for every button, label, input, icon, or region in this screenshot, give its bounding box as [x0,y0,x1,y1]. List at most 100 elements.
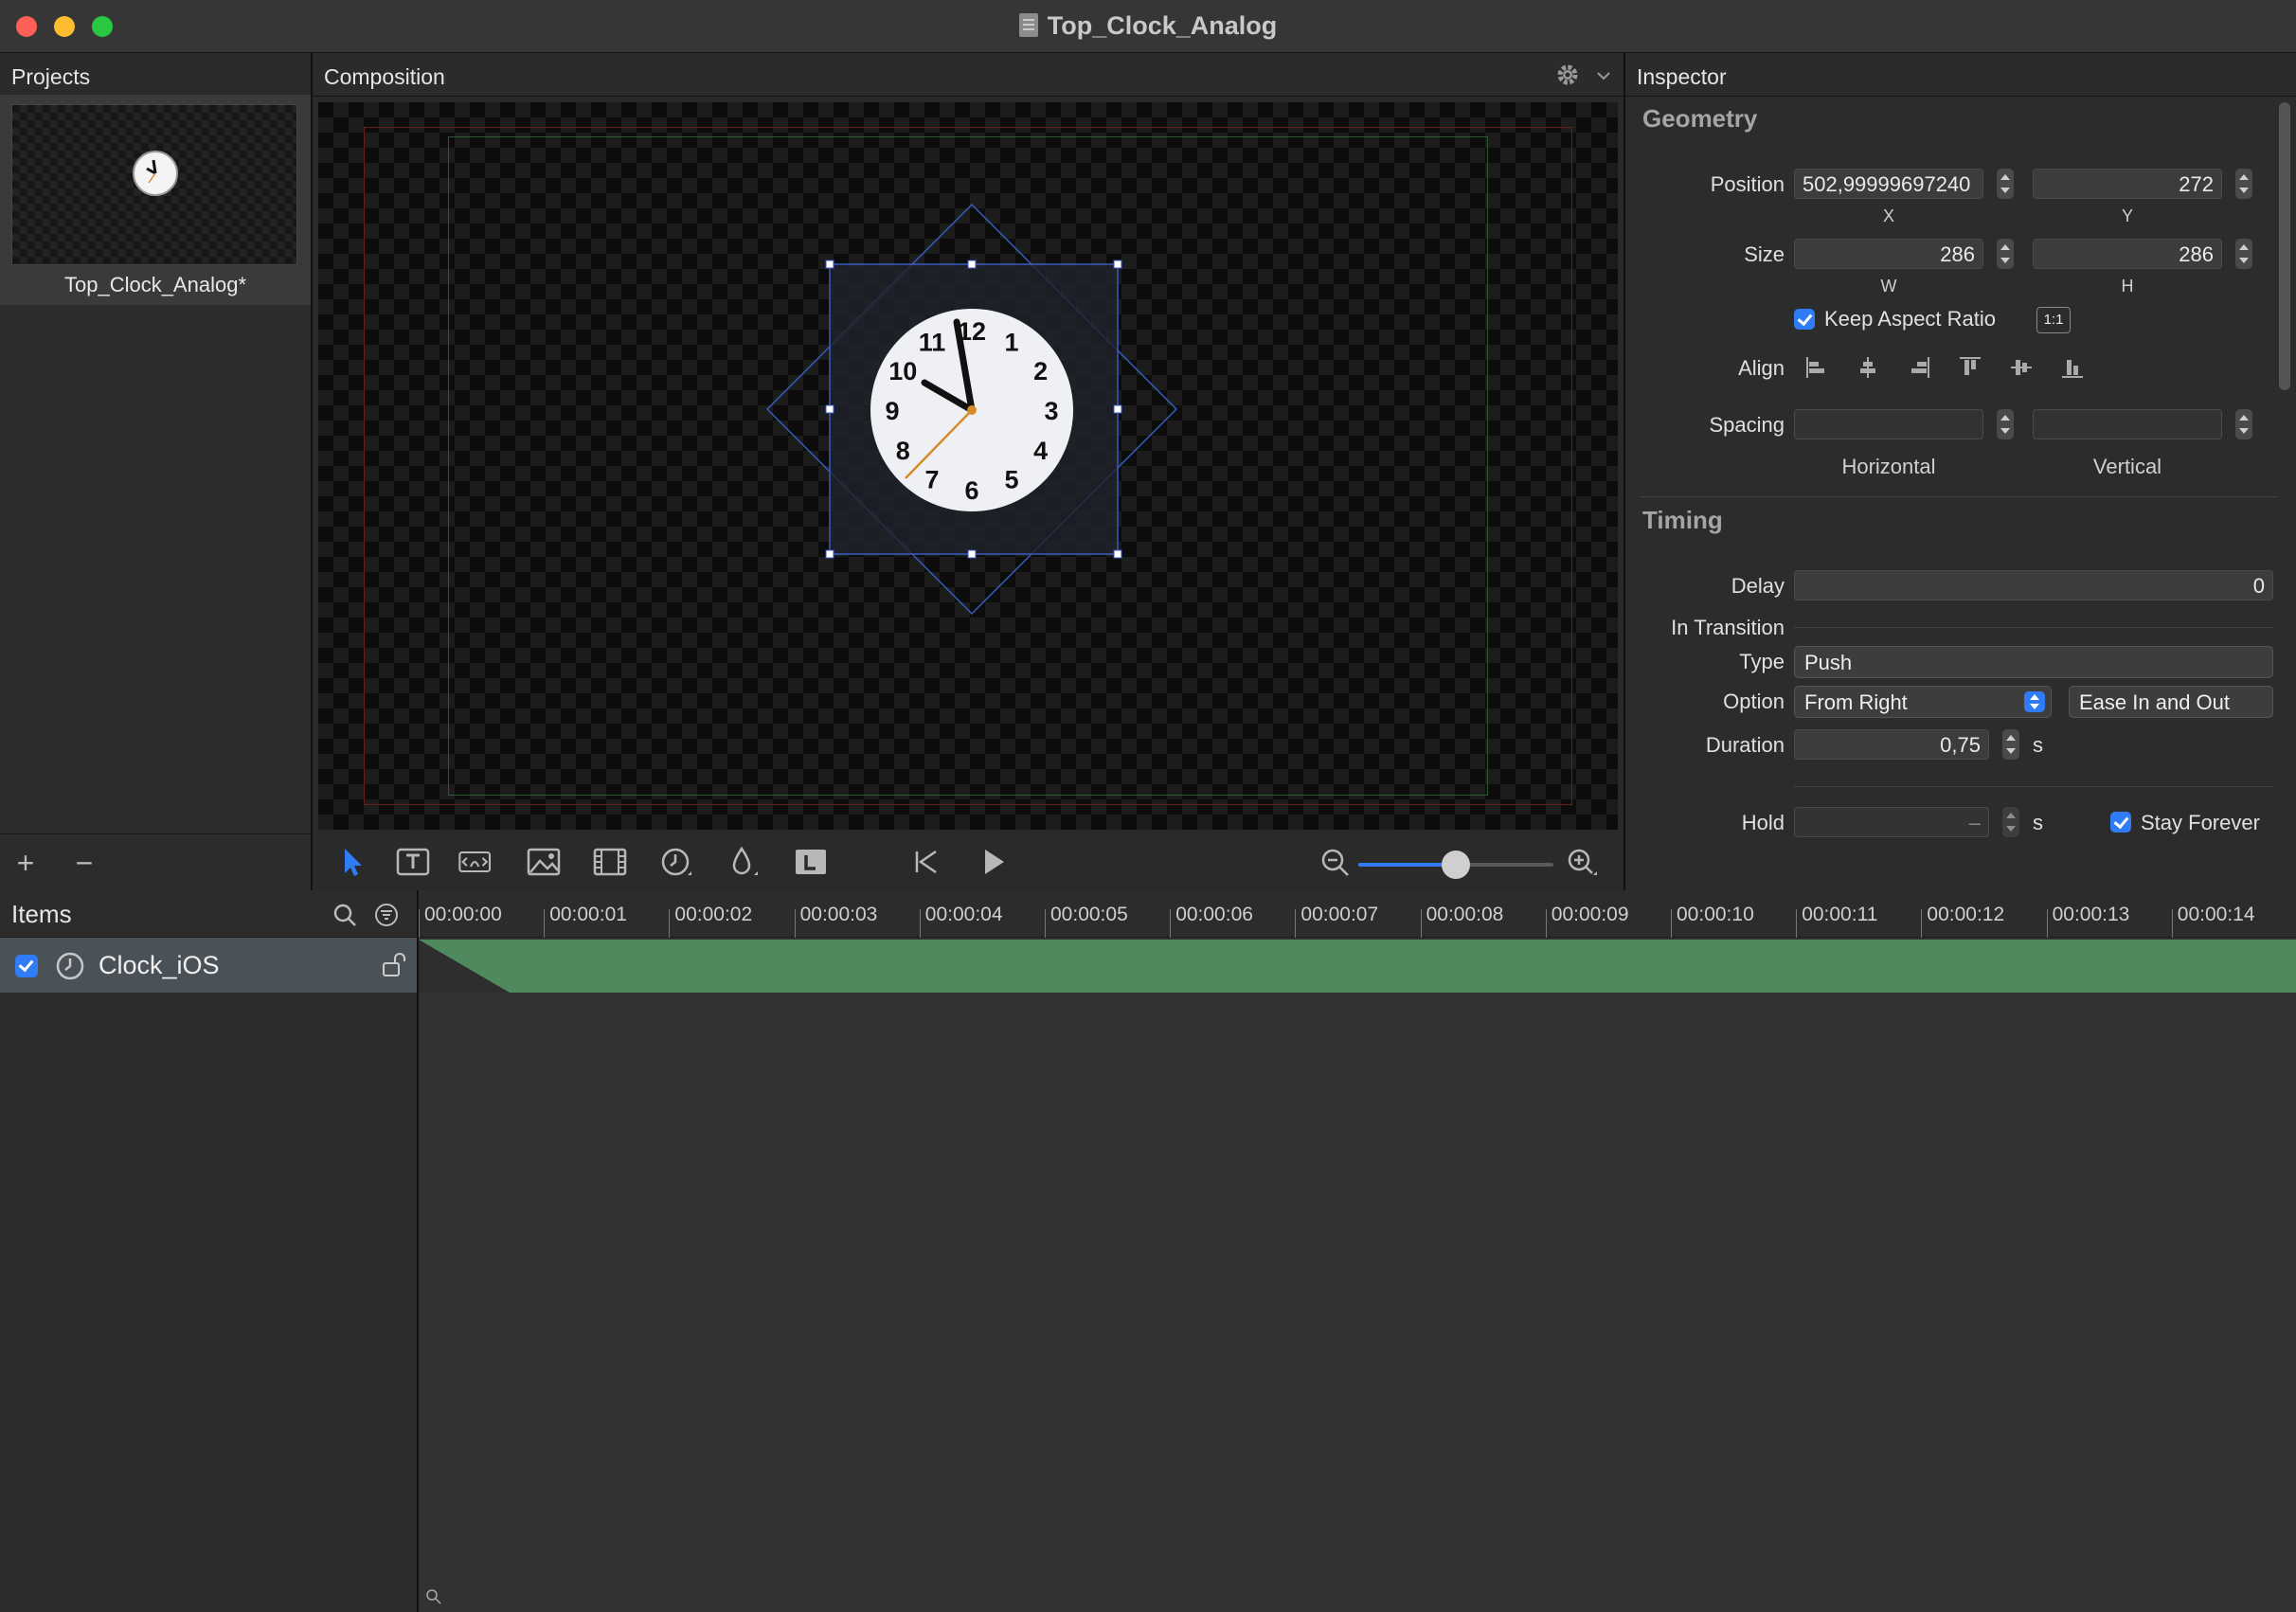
item-visibility-checkbox[interactable] [15,955,38,977]
timeline-zoom-icon[interactable] [424,1587,443,1611]
spacing-horizontal-stepper[interactable] [1997,409,2014,439]
zoom-out-icon[interactable] [1317,845,1354,879]
gear-icon[interactable] [1553,61,1582,95]
clock-number: 5 [1004,466,1018,494]
align-top-icon[interactable] [1957,354,1983,385]
spacing-vertical-field[interactable] [2033,409,2222,439]
inspector-panel: Inspector Geometry Position 502,99999697… [1625,53,2296,890]
item-name: Clock_iOS [99,951,220,979]
duration-stepper[interactable] [2002,729,2019,760]
items-panel: Items Clock_iOS [0,890,417,1612]
hold-label: Hold [1741,811,1785,834]
clock-element[interactable]: 12 1234567891011 [318,102,1618,830]
clock-number: 11 [919,328,946,356]
timeline-panel[interactable]: 00:00:00 00:00:01 00:00:02 00:00:03 00:00:04… [419,890,2296,1612]
select-arrow-icon[interactable] [332,845,369,879]
ruler-tick [1921,909,1923,938]
align-bottom-icon[interactable] [2059,354,2086,385]
ruler-tick [919,909,921,938]
size-w-stepper[interactable] [1997,239,2014,269]
align-center-v-icon[interactable] [2008,354,2035,385]
remove-project-button[interactable]: − [68,846,100,881]
live-source-icon[interactable] [457,845,502,879]
keep-aspect-label: Keep Aspect Ratio [1824,307,1997,331]
spacing-horizontal-field[interactable] [1794,409,1983,439]
ruler-tick-label: 00:00:12 [1927,904,2005,925]
clock-number: 3 [1044,397,1058,425]
align-left-icon[interactable] [1803,354,1830,385]
transition-type-popup[interactable]: Push [1794,646,2273,678]
ruler-tick-label: 00:00:09 [1551,904,1629,925]
hold-unit: s [2033,811,2043,834]
position-x-field[interactable]: 502,99999697240 [1794,169,1983,199]
filter-icon[interactable] [373,902,400,933]
composition-panel: Composition 12 1 2 3 4 5 6 7 8 9 10 11 [313,53,1623,890]
duration-field[interactable]: 0,75 [1794,729,1989,760]
inspector-scrollbar[interactable] [2279,102,2290,390]
stay-forever-checkbox[interactable] [2110,812,2131,833]
image-tool-icon[interactable] [525,845,563,879]
composition-toolbar [313,833,1623,890]
ruler-tick-label: 00:00:04 [924,904,1003,925]
align-center-h-icon[interactable] [1855,354,1881,385]
timeline-track-clock-ios[interactable] [419,940,2296,993]
clock-number: 4 [1033,437,1048,465]
clock-number: 1 [1004,328,1018,356]
ruler-tick [669,909,671,938]
ruler-tick [1170,909,1172,938]
position-y-field[interactable]: 272 [2033,169,2222,199]
zoom-slider-thumb[interactable] [1442,851,1470,879]
timeline-ruler[interactable]: 00:00:00 00:00:01 00:00:02 00:00:03 00:00:04… [419,890,2296,938]
position-x-stepper[interactable] [1997,169,2014,199]
project-item[interactable]: Top_Clock_Analog* [0,95,311,305]
size-label: Size [1744,242,1785,266]
size-h-stepper[interactable] [2235,239,2252,269]
item-row[interactable]: Clock_iOS [0,938,417,993]
x-label: X [1882,206,1894,225]
position-label: Position [1710,172,1785,196]
hold-field[interactable]: – [1794,807,1989,837]
vertical-label: Vertical [2092,455,2162,478]
position-y-stepper[interactable] [2235,169,2252,199]
transition-option-value: From Right [1804,690,1908,714]
ruler-tick-label: 00:00:06 [1175,904,1253,925]
ruler-tick-label: 00:00:01 [549,904,627,925]
text-tool-icon[interactable] [394,845,432,879]
zoom-slider[interactable] [1358,851,1553,879]
align-label: Align [1738,356,1785,380]
delay-field[interactable]: 0 [1794,570,2273,600]
keep-aspect-checkbox[interactable] [1794,309,1815,330]
items-header: Items [0,890,417,938]
transition-option-popup[interactable]: From Right [1794,686,2052,718]
clock-number: 8 [896,437,910,465]
ruler-tick [2046,909,2048,938]
zoom-in-icon[interactable] [1563,845,1601,879]
play-icon[interactable] [974,845,1012,879]
search-icon[interactable] [332,902,358,933]
clock-number: 2 [1033,357,1048,385]
chevron-down-icon[interactable] [1595,64,1612,90]
size-w-field[interactable]: 286 [1794,239,1983,269]
ruler-tick-label: 00:00:13 [2052,904,2130,925]
clock-number: 6 [964,476,978,505]
skip-to-start-icon[interactable] [907,845,945,879]
project-name: Top_Clock_Analog* [63,273,247,296]
composition-canvas[interactable]: 12 1 2 3 4 5 6 7 8 9 10 11 [318,102,1618,830]
logo-tool-icon[interactable] [792,845,830,879]
ruler-tick [794,909,796,938]
clock-tool-icon[interactable] [657,845,695,879]
lock-icon[interactable] [381,951,409,984]
hold-stepper[interactable] [2002,807,2019,837]
ratio-lock-button[interactable]: 1:1 [2036,307,2071,333]
add-project-button[interactable]: + [9,846,42,881]
color-drop-icon[interactable] [724,845,762,879]
align-right-icon[interactable] [1906,354,1932,385]
spacing-vertical-stepper[interactable] [2235,409,2252,439]
ruler-tick [1545,909,1547,938]
clock-icon [55,951,85,986]
option-label: Option [1723,690,1785,713]
easing-popup[interactable]: Ease In and Out [2069,686,2273,718]
video-tool-icon[interactable] [591,845,629,879]
size-h-field[interactable]: 286 [2033,239,2222,269]
clock-number: 9 [885,397,899,425]
